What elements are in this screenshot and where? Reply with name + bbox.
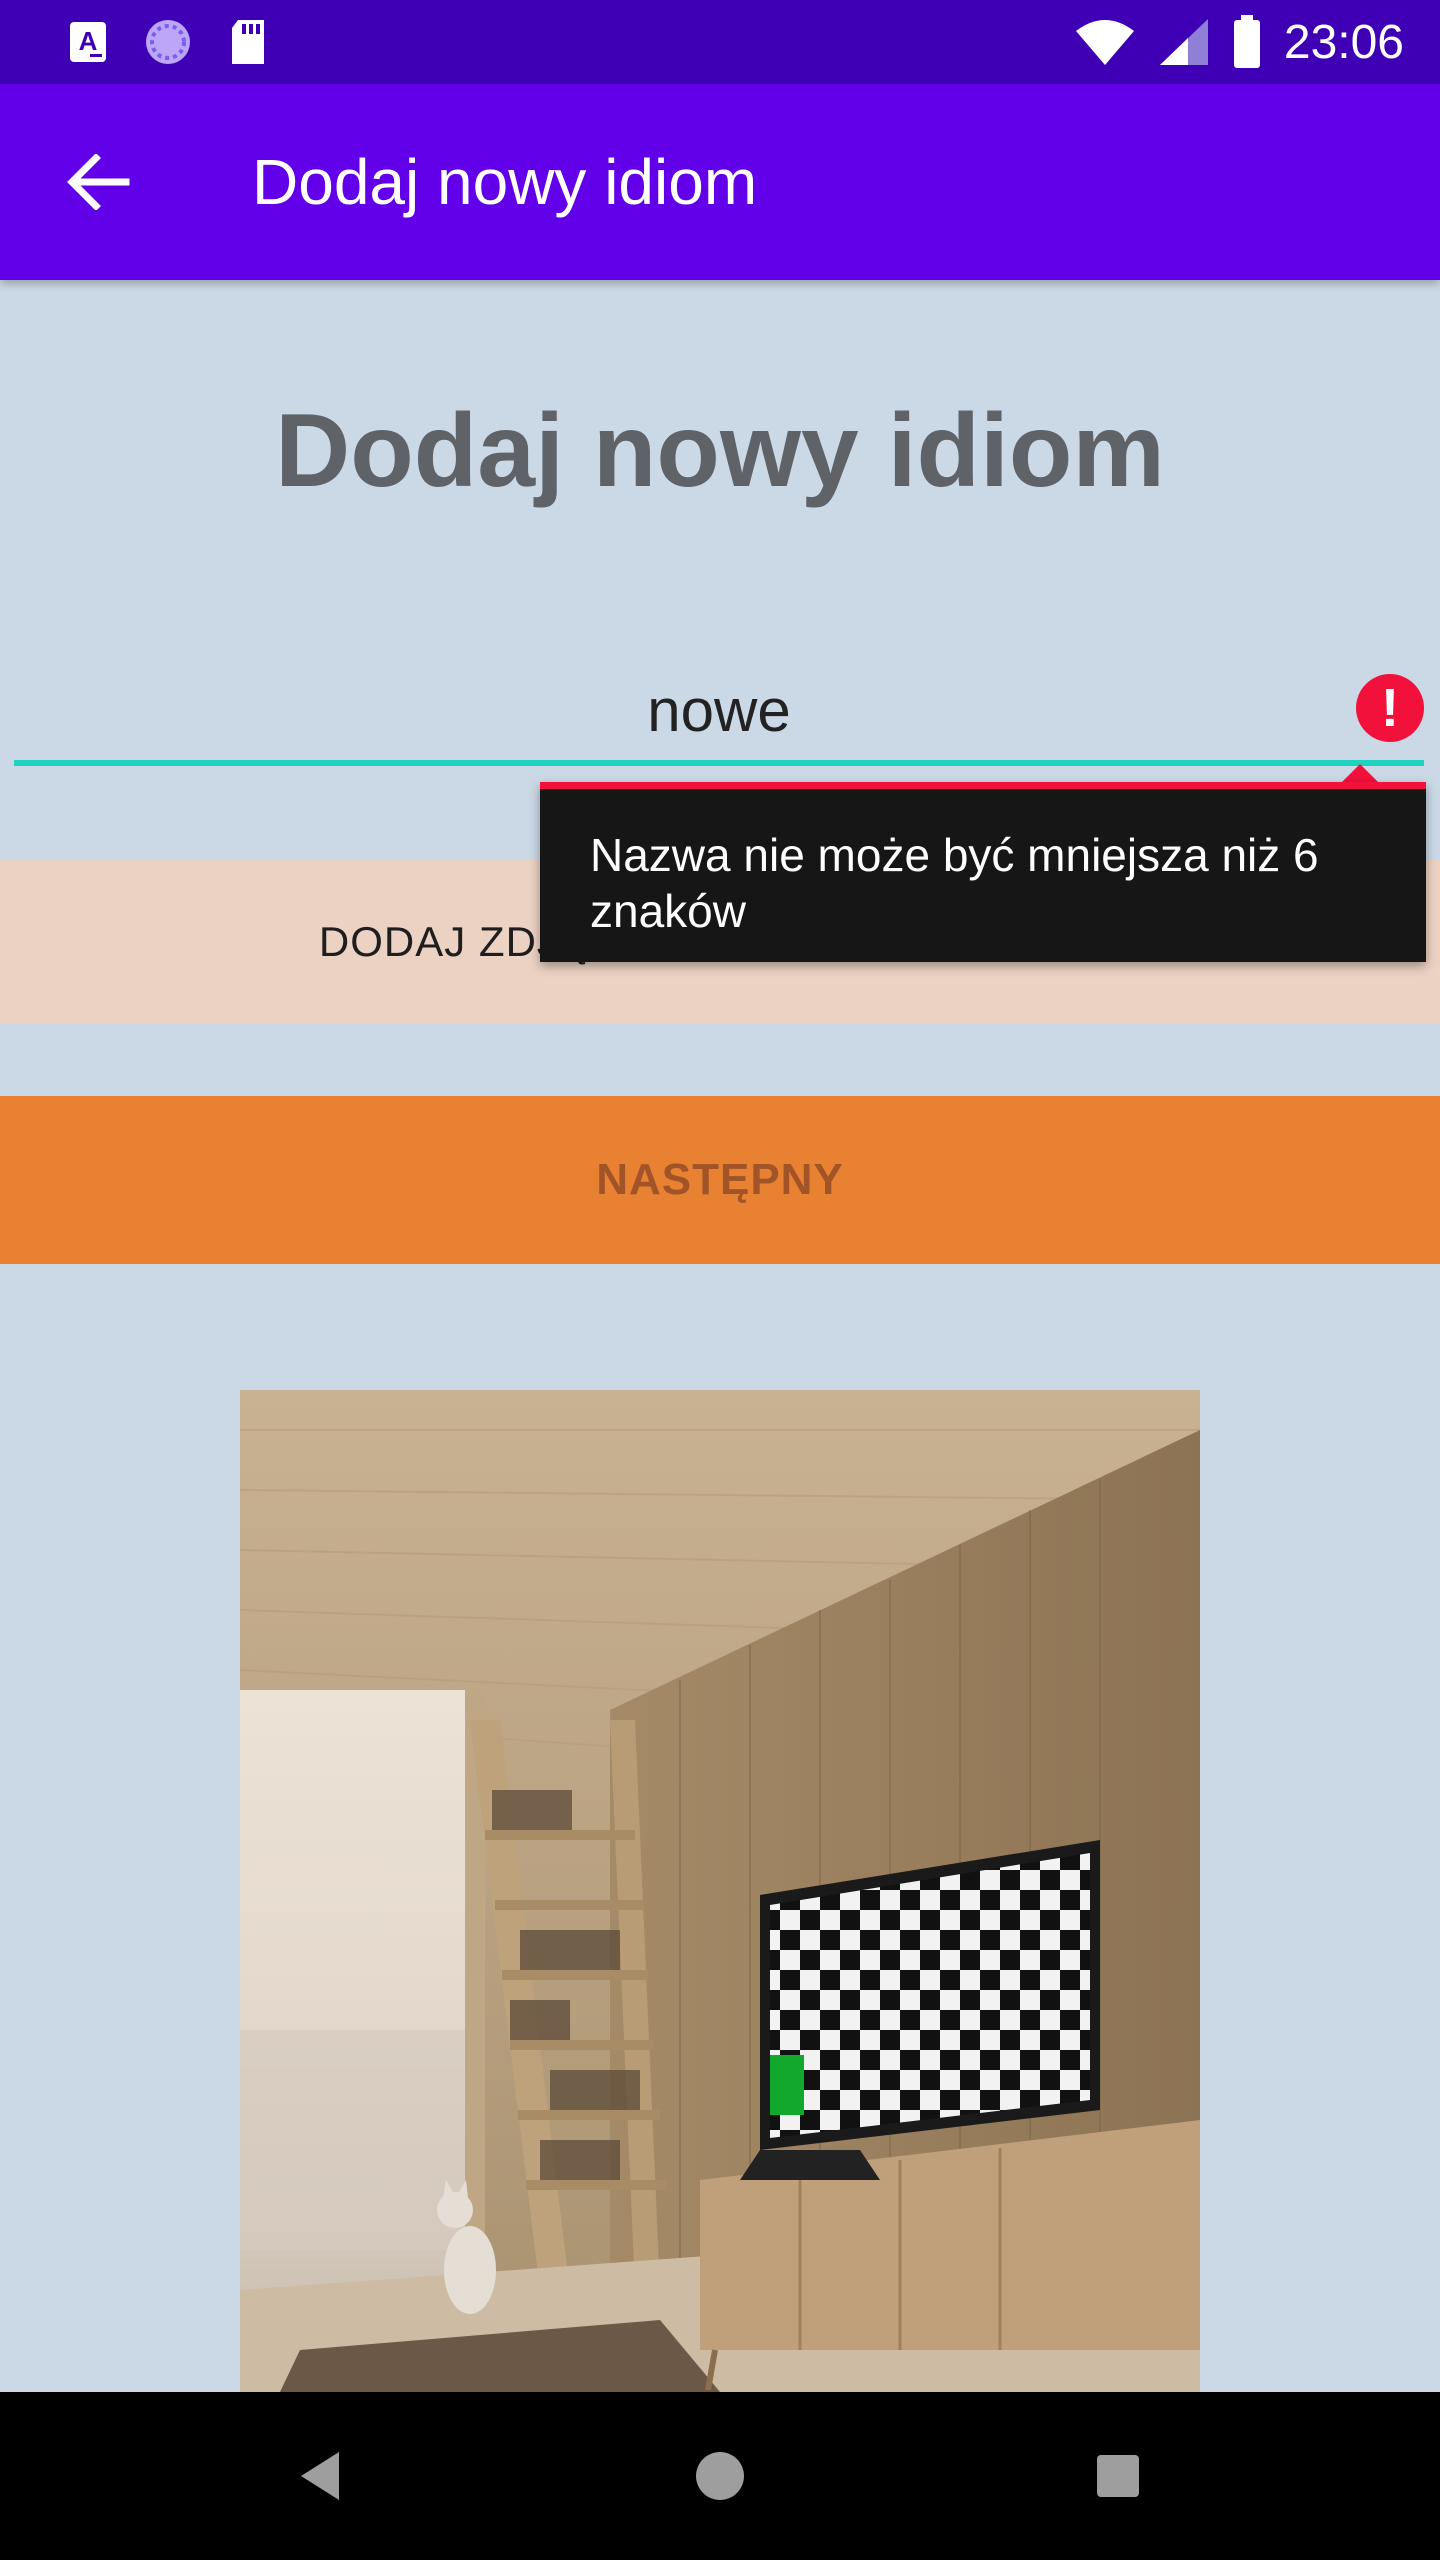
status-bar: A 23:06 — [0, 0, 1440, 84]
app-bar: Dodaj nowy idiom — [0, 84, 1440, 280]
signal-icon — [1159, 19, 1208, 65]
sd-card-icon — [232, 20, 264, 64]
font-app-icon: A — [70, 22, 106, 62]
nav-back-button[interactable] — [270, 2426, 370, 2526]
wifi-icon — [1075, 20, 1134, 65]
home-circle-icon — [696, 2452, 744, 2500]
error-message: Nazwa nie może być mniejsza niż 6 znaków — [590, 829, 1319, 937]
error-tooltip-arrow — [1340, 764, 1380, 784]
battery-icon — [1233, 15, 1260, 68]
app-bar-title: Dodaj nowy idiom — [252, 146, 758, 218]
page-title: Dodaj nowy idiom — [275, 393, 1165, 509]
idiom-name-input[interactable] — [14, 660, 1424, 766]
status-bar-notifications: A — [68, 16, 268, 68]
nav-recents-button[interactable] — [1068, 2426, 1168, 2526]
svg-text:A: A — [79, 26, 98, 56]
next-button[interactable]: NASTĘPNY — [0, 1096, 1440, 1264]
status-time: 23:06 — [1283, 15, 1404, 69]
idiom-image-preview — [240, 1390, 1200, 2392]
room-illustration — [240, 1390, 1200, 2392]
back-triangle-icon — [301, 2452, 339, 2500]
recents-square-icon — [1097, 2455, 1139, 2497]
system-nav-bar — [0, 2392, 1440, 2560]
error-tooltip: Nazwa nie może być mniejsza niż 6 znaków — [540, 782, 1426, 962]
nav-home-button[interactable] — [670, 2426, 770, 2526]
error-icon[interactable]: ! — [1356, 674, 1424, 742]
arrow-left-icon — [67, 154, 130, 210]
back-button[interactable] — [52, 146, 144, 218]
status-bar-system: 23:06 — [1074, 0, 1404, 84]
loading-app-icon — [146, 20, 190, 64]
